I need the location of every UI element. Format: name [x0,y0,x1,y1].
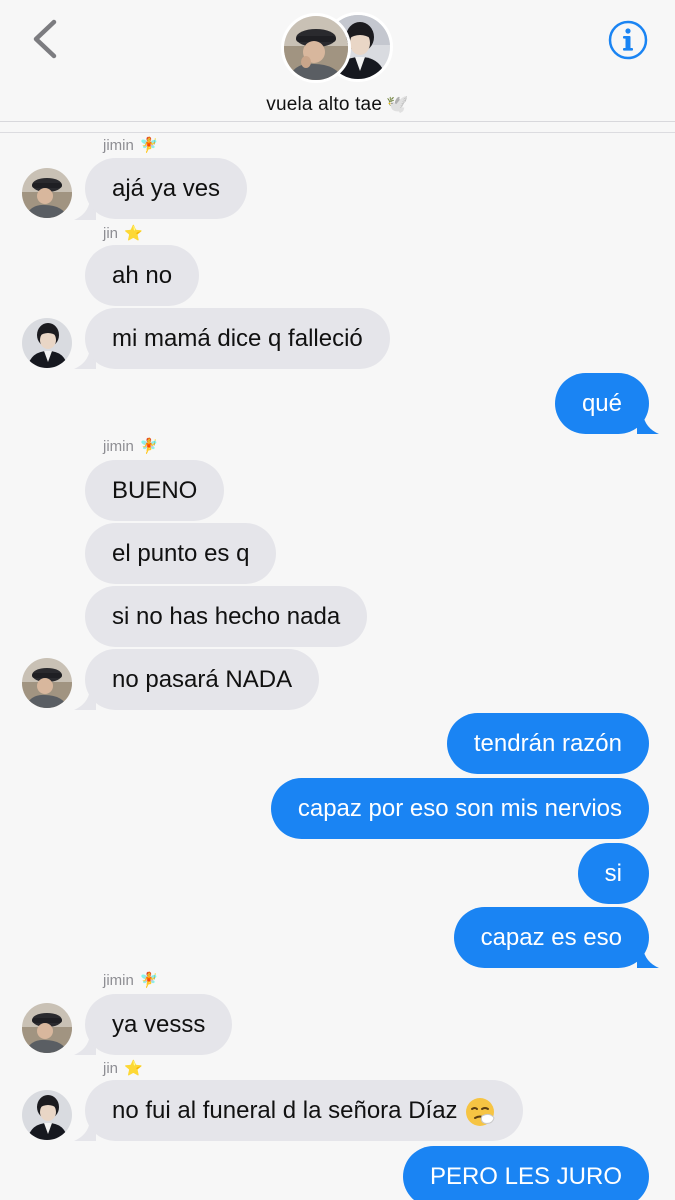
fairy-icon: 🧚 [139,438,159,455]
message-bubble-outgoing[interactable]: PERO LES JURO [402,1146,649,1200]
message-bubble-incoming[interactable]: no pasará NADA [85,649,320,710]
group-avatars[interactable] [281,12,397,86]
sender-label: jin ⭐ [103,1060,143,1077]
chevron-left-icon [33,19,57,59]
sneezing-face-icon [465,1097,495,1126]
avatar[interactable] [22,658,72,708]
avatar[interactable] [22,318,72,368]
header-divider [0,121,675,122]
info-button[interactable] [607,19,649,61]
avatar[interactable] [22,1090,72,1140]
sender-label: jimin 🧚 [103,137,159,154]
chat-header: vuela alto tae 🕊️ [0,0,675,121]
avatar-jimin [281,13,351,83]
message-bubble-incoming[interactable]: el punto es q [85,523,277,584]
back-button[interactable] [26,18,66,62]
star-icon: ⭐ [124,1060,143,1077]
header-divider-secondary [0,132,675,133]
info-icon [608,20,648,60]
chat-title-text: vuela alto tae [266,94,383,115]
fairy-icon: 🧚 [139,972,159,989]
fairy-icon: 🧚 [139,137,159,154]
message-bubble-incoming[interactable]: ya vesss [85,994,233,1055]
message-bubble-outgoing[interactable]: qué [554,373,649,434]
chat-title[interactable]: vuela alto tae 🕊️ [0,94,675,116]
message-text: no fui al funeral d la señora Díaz [112,1097,458,1124]
dove-icon: 🕊️ [386,94,409,114]
message-bubble-incoming[interactable]: ajá ya ves [85,158,248,219]
message-bubble-incoming[interactable]: BUENO [85,460,225,521]
message-bubble-incoming[interactable]: si no has hecho nada [85,586,368,647]
message-bubble-outgoing[interactable]: capaz por eso son mis nervios [270,778,649,839]
sender-label: jin ⭐ [103,225,143,242]
sender-label: jimin 🧚 [103,972,159,989]
message-bubble-incoming[interactable]: no fui al funeral d la señora Díaz [85,1080,523,1141]
avatar[interactable] [22,168,72,218]
message-bubble-outgoing[interactable]: tendrán razón [446,713,649,774]
message-bubble-incoming[interactable]: ah no [85,245,200,306]
message-bubble-outgoing[interactable]: si [577,843,649,904]
star-icon: ⭐ [124,225,143,242]
chat-screen: vuela alto tae 🕊️ jimin 🧚 ajá ya ves jin… [0,0,675,1200]
sender-label: jimin 🧚 [103,438,159,455]
message-bubble-outgoing[interactable]: capaz es eso [453,907,649,968]
avatar[interactable] [22,1003,72,1053]
message-bubble-incoming[interactable]: mi mamá dice q falleció [85,308,390,369]
